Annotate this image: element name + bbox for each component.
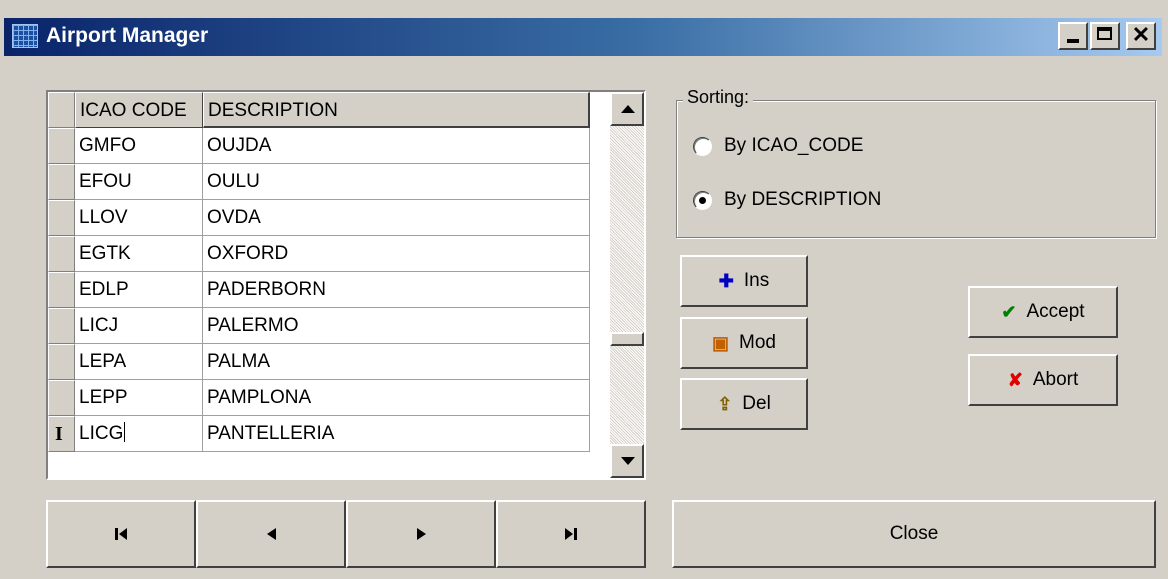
close-label: Close xyxy=(889,523,939,544)
description-cell[interactable]: OVDA xyxy=(203,200,590,236)
table-row-editing[interactable]: I LICG PANTELLERIA xyxy=(48,416,590,452)
minimize-button[interactable] xyxy=(1058,22,1088,50)
prior-record-button[interactable] xyxy=(196,500,346,568)
description-cell[interactable]: PALMA xyxy=(203,344,590,380)
description-cell[interactable]: PANTELLERIA xyxy=(203,416,590,452)
row-indicator[interactable] xyxy=(48,344,75,380)
maximize-button[interactable] xyxy=(1090,22,1120,50)
column-header-icao-code[interactable]: ICAO CODE xyxy=(75,92,203,128)
table-row[interactable]: LEPA PALMA xyxy=(48,344,590,380)
description-cell[interactable]: PALERMO xyxy=(203,308,590,344)
column-header-description[interactable]: DESCRIPTION xyxy=(203,92,590,128)
table-row[interactable]: EDLP PADERBORN xyxy=(48,272,590,308)
grid-header-row: ICAO CODE DESCRIPTION xyxy=(48,92,590,128)
last-record-button[interactable] xyxy=(496,500,646,568)
scroll-up-button[interactable] xyxy=(610,92,644,126)
description-cell[interactable]: OUJDA xyxy=(203,128,590,164)
sorting-group: Sorting: By ICAO_CODE By DESCRIPTION xyxy=(676,87,1156,238)
arrow-up-icon xyxy=(621,105,635,113)
sort-by-icao-radio[interactable]: By ICAO_CODE xyxy=(693,135,863,157)
app-icon xyxy=(12,24,38,48)
close-window-button[interactable]: ✕ xyxy=(1126,22,1156,50)
description-cell[interactable]: PAMPLONA xyxy=(203,380,590,416)
sort-by-icao-label: By ICAO_CODE xyxy=(724,135,864,156)
delete-button[interactable]: ⇪ Del xyxy=(680,378,808,430)
close-icon: ✕ xyxy=(1131,22,1151,47)
sort-by-description-radio[interactable]: By DESCRIPTION xyxy=(693,189,881,211)
first-record-button[interactable] xyxy=(46,500,196,568)
scroll-down-button[interactable] xyxy=(610,444,644,478)
delete-icon: ⇪ xyxy=(717,393,733,414)
maximize-icon xyxy=(1097,27,1112,40)
description-cell[interactable]: OXFORD xyxy=(203,236,590,272)
header-indicator-cell xyxy=(48,92,75,128)
row-indicator[interactable] xyxy=(48,164,75,200)
accept-label: Accept xyxy=(1026,301,1085,322)
window-title: Airport Manager xyxy=(46,24,209,47)
accept-button[interactable]: ✔ Accept xyxy=(968,286,1118,338)
row-indicator-editing[interactable]: I xyxy=(48,416,75,452)
table-row[interactable]: EGTK OXFORD xyxy=(48,236,590,272)
sort-by-description-label: By DESCRIPTION xyxy=(724,189,882,210)
icao-code-cell[interactable]: GMFO xyxy=(75,128,203,164)
airports-grid[interactable]: ICAO CODE DESCRIPTION GMFO OUJDA EFOU OU… xyxy=(46,90,646,480)
icao-code-cell[interactable]: EGTK xyxy=(75,236,203,272)
description-cell[interactable]: PADERBORN xyxy=(203,272,590,308)
icao-code-cell[interactable]: EDLP xyxy=(75,272,203,308)
text-caret xyxy=(124,422,126,442)
row-indicator[interactable] xyxy=(48,380,75,416)
row-indicator[interactable] xyxy=(48,236,75,272)
row-indicator[interactable] xyxy=(48,272,75,308)
table-row[interactable]: LICJ PALERMO xyxy=(48,308,590,344)
delete-label: Del xyxy=(742,393,771,414)
description-cell[interactable]: OULU xyxy=(203,164,590,200)
modify-button[interactable]: ▣ Mod xyxy=(680,317,808,369)
modify-label: Mod xyxy=(739,332,776,353)
row-indicator[interactable] xyxy=(48,200,75,236)
icao-code-edit-value: LICG xyxy=(79,423,124,444)
row-indicator[interactable] xyxy=(48,308,75,344)
icao-code-cell[interactable]: LLOV xyxy=(75,200,203,236)
insert-button[interactable]: ✚ Ins xyxy=(680,255,808,307)
edit-cursor-icon: I xyxy=(55,423,63,445)
next-record-button[interactable] xyxy=(346,500,496,568)
icao-code-cell-editing[interactable]: LICG xyxy=(75,416,203,452)
icao-code-cell[interactable]: LICJ xyxy=(75,308,203,344)
plus-icon: ✚ xyxy=(718,270,734,291)
checkmark-icon: ✔ xyxy=(1001,301,1017,322)
insert-label: Ins xyxy=(743,270,770,291)
table-row[interactable]: EFOU OULU xyxy=(48,164,590,200)
table-row[interactable]: LLOV OVDA xyxy=(48,200,590,236)
icao-code-cell[interactable]: LEPP xyxy=(75,380,203,416)
table-row[interactable]: GMFO OUJDA xyxy=(48,128,590,164)
record-navigator xyxy=(46,500,646,568)
sorting-legend: Sorting: xyxy=(683,87,754,108)
x-icon: ✘ xyxy=(1007,369,1023,390)
row-indicator[interactable] xyxy=(48,128,75,164)
radio-button-checked[interactable] xyxy=(693,190,712,210)
arrow-down-icon xyxy=(621,457,635,465)
airport-manager-window: Airport Manager ✕ ICAO CODE DESCRIPTION … xyxy=(0,0,1168,579)
abort-button[interactable]: ✘ Abort xyxy=(968,354,1118,406)
radio-button-unchecked[interactable] xyxy=(693,136,712,156)
table-row[interactable]: LEPP PAMPLONA xyxy=(48,380,590,416)
scroll-thumb[interactable] xyxy=(610,332,644,346)
minimize-icon xyxy=(1067,39,1079,43)
close-button[interactable]: Close xyxy=(672,500,1156,568)
edit-icon: ▣ xyxy=(712,332,730,353)
title-bar[interactable]: Airport Manager ✕ xyxy=(4,18,1162,56)
icao-code-cell[interactable]: EFOU xyxy=(75,164,203,200)
abort-label: Abort xyxy=(1032,369,1079,390)
icao-code-cell[interactable]: LEPA xyxy=(75,344,203,380)
grid-vertical-scrollbar[interactable] xyxy=(610,92,644,478)
